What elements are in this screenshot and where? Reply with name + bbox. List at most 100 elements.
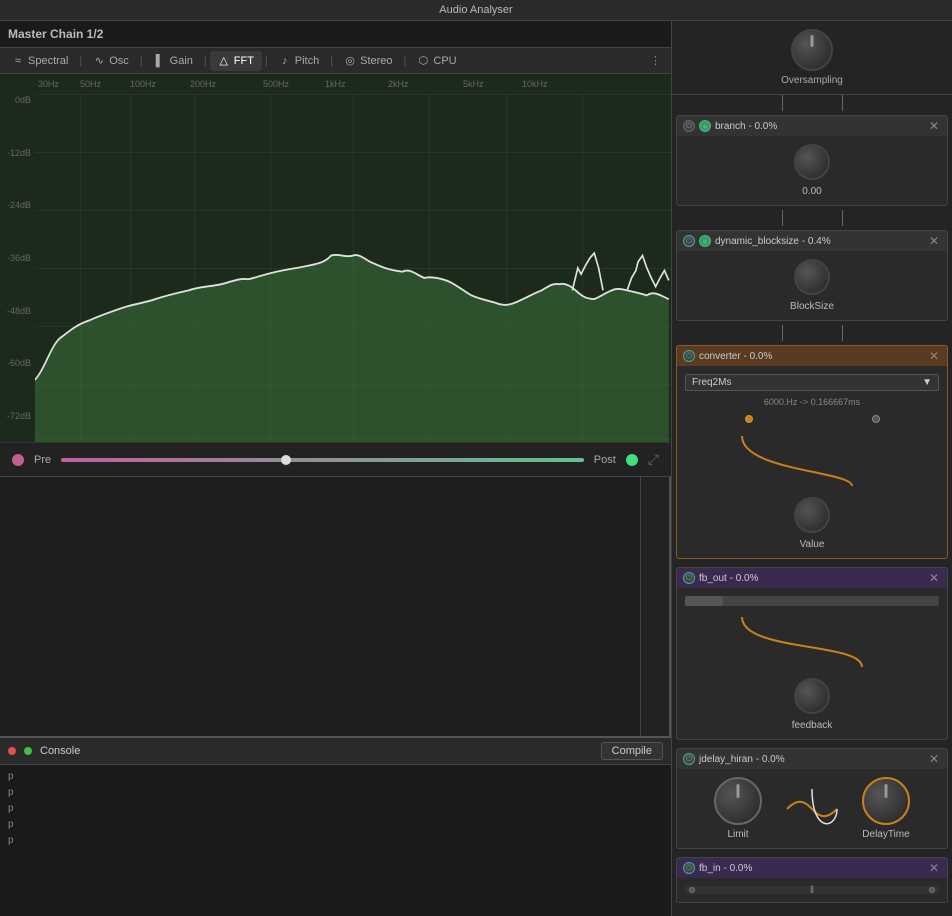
branch-knob[interactable] [794, 144, 830, 180]
db-axis: 0dB -12dB -24dB -36dB -48dB -60dB -72dB [0, 74, 35, 442]
lower-right-handle [641, 477, 671, 736]
db-12: -12dB [7, 148, 31, 158]
tab-stereo-label: Stereo [360, 55, 392, 67]
fb-out-close-btn[interactable]: ✕ [927, 571, 941, 585]
fft-display: 30Hz 50Hz 100Hz 200Hz 500Hz 1kHz 2kHz 5k… [0, 74, 671, 442]
fb-out-name: fb_out - 0.0% [699, 573, 923, 584]
oversampling-knob[interactable] [791, 29, 833, 71]
fb-out-slider[interactable] [685, 596, 939, 606]
dynamic-blocksize-label: BlockSize [790, 301, 834, 312]
wire-svg [685, 431, 939, 491]
jdelay-power-btn[interactable]: ⏻ [683, 753, 695, 765]
db-48: -48dB [7, 306, 31, 316]
tab-bar: ≈ Spectral | ∿ Osc | ▌ Gain | △ FFT | ♪ … [0, 47, 671, 74]
fb-in-name: fb_in - 0.0% [699, 863, 923, 874]
fb-out-block: ⏻ fb_out - 0.0% ✕ feedback [676, 567, 948, 740]
converter-close-btn[interactable]: ✕ [927, 349, 941, 363]
branch-body: 0.00 [677, 136, 947, 205]
converter-power-btn[interactable]: ⏻ [683, 350, 695, 362]
separator2: | [140, 55, 143, 67]
db-60: -60dB [7, 358, 31, 368]
main-layout: Master Chain 1/2 ≈ Spectral | ∿ Osc | ▌ … [0, 21, 952, 916]
dynamic-blocksize-knob[interactable] [794, 259, 830, 295]
fb-in-block: ⏻ fb_in - 0.0% ✕ ‖ [676, 857, 948, 903]
fb-in-dot-left [689, 887, 695, 893]
tab-cpu[interactable]: ⬡ CPU [409, 51, 464, 71]
connector-branch-dynamic [672, 210, 952, 226]
tab-pitch-label: Pitch [295, 55, 319, 67]
post-indicator [626, 454, 638, 466]
oversampling-section: Oversampling [672, 21, 952, 95]
tab-stereo[interactable]: ◎ Stereo [336, 51, 400, 71]
connector-dynamic-converter [672, 325, 952, 341]
branch-active-btn[interactable]: ● [699, 120, 711, 132]
tab-gain[interactable]: ▌ Gain [146, 51, 201, 71]
branch-header: ⏻ ● branch - 0.0% ✕ [677, 116, 947, 136]
separator5: | [330, 55, 333, 67]
tab-osc-label: Osc [109, 55, 129, 67]
db-24: -24dB [7, 200, 31, 210]
fb-in-header: ⏻ fb_in - 0.0% ✕ [677, 858, 947, 878]
branch-power-btn[interactable]: ⏻ [683, 120, 695, 132]
converter-value-label: Value [800, 539, 825, 550]
fft-icon: △ [218, 56, 230, 66]
dynamic-close-btn[interactable]: ✕ [927, 234, 941, 248]
fb-in-power-btn[interactable]: ⏻ [683, 862, 695, 874]
freq-label-50hz: 50Hz [80, 79, 101, 89]
freq-label-10khz: 10kHz [522, 79, 548, 89]
bar-icon: ▌ [154, 56, 166, 66]
dynamic-active-btn[interactable]: ● [699, 235, 711, 247]
console-label: Console [40, 745, 80, 757]
dynamic-blocksize-header: ⏻ ● dynamic_blocksize - 0.4% ✕ [677, 231, 947, 251]
tab-spectral-label: Spectral [28, 55, 68, 67]
tab-gain-label: Gain [170, 55, 193, 67]
converter-dropdown[interactable]: Freq2Ms ▼ [685, 374, 939, 391]
branch-value: 0.00 [802, 186, 821, 197]
compile-button[interactable]: Compile [601, 742, 663, 760]
converter-name: converter - 0.0% [699, 351, 923, 362]
playback-slider[interactable] [61, 458, 584, 462]
fb-out-feedback-knob[interactable] [794, 678, 830, 714]
converter-value-knob[interactable] [794, 497, 830, 533]
tab-pitch[interactable]: ♪ Pitch [271, 51, 327, 71]
console-line-5: p [8, 833, 663, 849]
dynamic-power-btn[interactable]: ⏻ [683, 235, 695, 247]
jdelay-name: jdelay_hiran - 0.0% [699, 754, 923, 765]
tab-osc[interactable]: ∿ Osc [85, 51, 137, 71]
converter-info: 6000.Hz -> 0.166667ms [764, 397, 860, 407]
db-36: -36dB [7, 253, 31, 263]
lower-split [0, 476, 671, 736]
expand-icon[interactable]: ⤢ [648, 451, 659, 468]
jdelay-limit-knob[interactable] [714, 777, 762, 825]
fb-out-wire-svg [685, 612, 939, 672]
tab-fft-label: FFT [234, 55, 254, 67]
separator: | [79, 55, 82, 67]
console-line-1: p [8, 769, 663, 785]
fb-out-body: feedback [677, 588, 947, 739]
fb-in-bar-text: ‖ [810, 885, 814, 896]
fb-out-power-btn[interactable]: ⏻ [683, 572, 695, 584]
app-title: Audio Analyser [439, 4, 512, 16]
pre-label: Pre [34, 454, 51, 466]
db-72: -72dB [7, 411, 31, 421]
jdelay-block: ⏻ jdelay_hiran - 0.0% ✕ Limit [676, 748, 948, 849]
freq-label-500hz: 500Hz [263, 79, 289, 89]
wire-container [685, 431, 939, 491]
conn-dot-left [745, 415, 753, 423]
tab-fft[interactable]: △ FFT [210, 51, 262, 71]
separator6: | [404, 55, 407, 67]
jdelay-delaytime-knob[interactable] [862, 777, 910, 825]
console-green-dot [24, 747, 32, 755]
cpu-icon: ⬡ [417, 56, 429, 66]
branch-close-btn[interactable]: ✕ [927, 119, 941, 133]
console-line-4: p [8, 817, 663, 833]
wave-icon: ∿ [93, 56, 105, 66]
tab-spectral[interactable]: ≈ Spectral [4, 51, 76, 71]
jdelay-close-btn[interactable]: ✕ [927, 752, 941, 766]
converter-connection-dots [685, 413, 939, 425]
fb-in-close-btn[interactable]: ✕ [927, 861, 941, 875]
branch-block: ⏻ ● branch - 0.0% ✕ 0.00 [676, 115, 948, 206]
stereo-icon: ◎ [344, 56, 356, 66]
converter-dropdown-value: Freq2Ms [692, 377, 731, 388]
tab-more-btn[interactable]: ⋮ [644, 50, 667, 71]
